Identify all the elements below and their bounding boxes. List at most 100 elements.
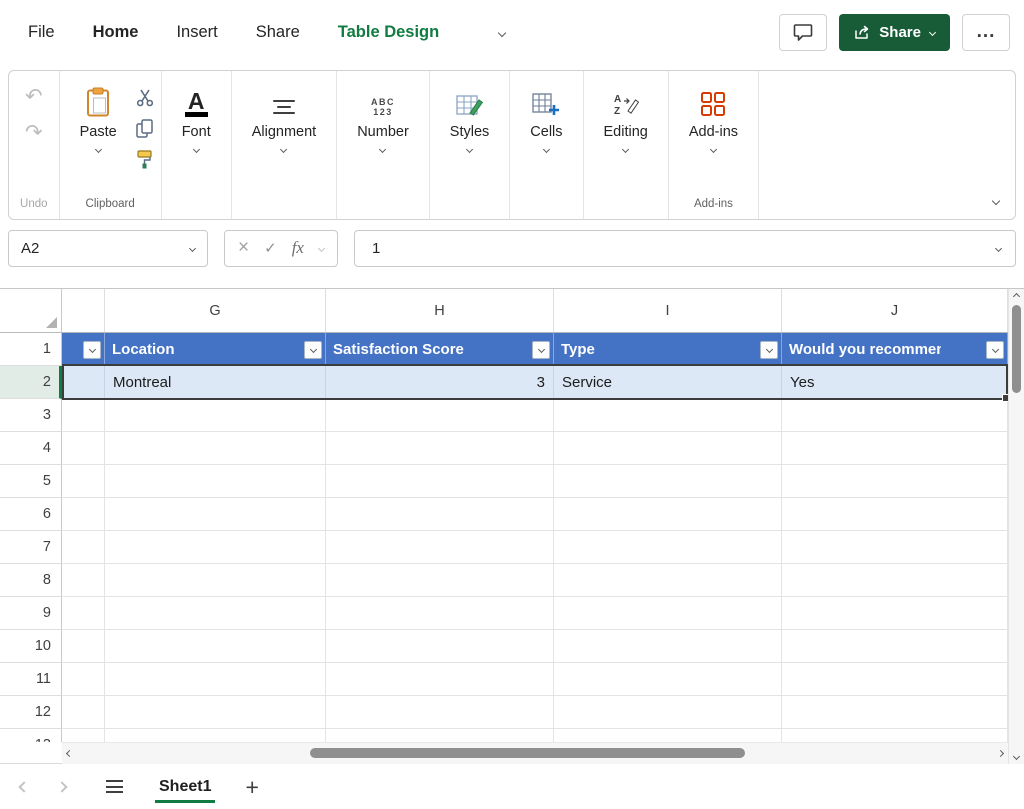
row-header-3[interactable]: 3 [0,399,62,432]
addins-icon [700,85,726,117]
table-header-would-you-recommend[interactable]: Would you recommend [782,333,1008,366]
cell-J2[interactable]: Yes [782,366,1008,399]
next-sheet-arrow[interactable] [56,781,67,792]
grid-row-10 [62,630,1008,663]
row-header-13[interactable]: 13 [0,729,62,742]
insert-function-button[interactable]: fx [292,238,304,258]
menu-share[interactable]: Share [256,23,300,42]
row-header-8[interactable]: 8 [0,564,62,597]
svg-text:A: A [614,94,621,105]
format-painter-button[interactable] [135,149,155,169]
menu-home[interactable]: Home [93,23,139,42]
cell-F2[interactable] [62,366,105,399]
ribbon-group-font: A Font [162,71,232,219]
paste-button[interactable]: Paste [66,83,131,154]
select-all-corner[interactable] [0,289,62,333]
cell-H2[interactable]: 3 [326,366,554,399]
grid-row-11 [62,663,1008,696]
row-header-12[interactable]: 12 [0,696,62,729]
table-header-type[interactable]: Type [554,333,782,366]
scroll-right-arrow[interactable] [997,750,1004,757]
scroll-left-arrow[interactable] [66,750,73,757]
redo-icon[interactable]: ↷ [25,123,43,143]
menu-file[interactable]: File [28,23,55,42]
share-button[interactable]: Share [839,14,950,51]
alignment-button[interactable]: Alignment [238,83,330,154]
editing-button[interactable]: AZ Editing [590,83,662,154]
column-header-H[interactable]: H [326,289,554,332]
scroll-down-arrow[interactable] [1013,753,1020,760]
filter-button[interactable] [760,341,778,359]
chevron-down-icon [710,146,717,153]
filter-button[interactable] [304,341,322,359]
filter-button[interactable] [532,341,550,359]
name-box[interactable]: A2 [8,230,208,267]
addins-button[interactable]: Add-ins [675,83,752,154]
undo-icon[interactable]: ↶ [25,87,43,107]
vertical-scroll-thumb[interactable] [1012,305,1021,393]
svg-text:Z: Z [614,106,620,117]
all-sheets-menu-icon[interactable] [106,780,123,793]
font-button[interactable]: A Font [168,83,225,154]
horizontal-scrollbar[interactable] [62,742,1008,764]
menu-table-design[interactable]: Table Design [338,23,439,42]
row-header-1[interactable]: 1 [0,333,62,366]
row-header-4[interactable]: 4 [0,432,62,465]
sheet-tab-bar: Sheet1 + [0,763,1024,809]
font-label: Font [182,124,211,140]
table-header-location[interactable]: Location [105,333,326,366]
cells-area: G H I J Location Satisfaction Score [62,289,1008,742]
cells-label: Cells [530,124,562,140]
column-header-I[interactable]: I [554,289,782,332]
cell-G2[interactable]: Montreal [105,366,326,399]
more-options-button[interactable]: ... [962,14,1010,51]
ribbon-collapse-chevron[interactable] [993,191,999,209]
grid-row-9 [62,597,1008,630]
row-header-10[interactable]: 10 [0,630,62,663]
add-sheet-button[interactable]: + [245,777,258,797]
ribbon-group-undo: ↶ ↷ Undo [9,71,60,219]
row-header-7[interactable]: 7 [0,531,62,564]
undo-redo-buttons: ↶ ↷ [15,83,53,147]
confirm-entry-button[interactable]: ✓ [264,239,277,257]
formula-bar-expand-chevron[interactable] [995,244,1002,251]
column-header-G[interactable]: G [105,289,326,332]
cells-button[interactable]: Cells [516,83,576,154]
ribbon: ↶ ↷ Undo Paste [8,70,1016,220]
copy-button[interactable] [135,118,155,138]
cell-I2[interactable]: Service [554,366,782,399]
chevron-down-icon [543,146,550,153]
scroll-up-arrow[interactable] [1013,293,1020,300]
ribbon-group-editing: AZ Editing [584,71,669,219]
filter-button[interactable] [83,341,101,359]
column-header-partial[interactable] [62,289,105,332]
row-header-5[interactable]: 5 [0,465,62,498]
clipboard-body: Paste [66,83,155,169]
styles-button[interactable]: Styles [436,83,504,154]
table-header-cell-partial[interactable] [62,333,105,366]
horizontal-scroll-thumb[interactable] [310,748,745,758]
spreadsheet: 1 2 3 4 5 6 7 8 9 10 11 12 13 G H [0,288,1024,763]
sheet-tab-sheet1[interactable]: Sheet1 [151,764,219,809]
vertical-scrollbar[interactable] [1008,289,1024,764]
column-header-J[interactable]: J [782,289,1008,332]
chevron-down-icon [929,28,936,35]
filter-button[interactable] [986,341,1004,359]
data-row-2: Montreal 3 Service Yes [62,366,1008,399]
row-header-2[interactable]: 2 [0,366,62,399]
row-header-11[interactable]: 11 [0,663,62,696]
cancel-entry-button[interactable]: × [238,241,249,255]
row-header-9[interactable]: 9 [0,597,62,630]
chevron-down-icon[interactable] [499,23,505,41]
ribbon-group-alignment: Alignment [232,71,337,219]
comments-button[interactable] [779,14,827,51]
ribbon-group-styles: Styles [430,71,511,219]
table-header-satisfaction-score[interactable]: Satisfaction Score [326,333,554,366]
sheet-tab-label: Sheet1 [159,778,211,796]
menu-insert[interactable]: Insert [176,23,217,42]
prev-sheet-arrow[interactable] [18,781,29,792]
formula-input[interactable]: 1 [354,230,1016,267]
number-button[interactable]: ABC 123 Number [343,83,423,154]
row-header-6[interactable]: 6 [0,498,62,531]
cut-button[interactable] [135,87,155,107]
